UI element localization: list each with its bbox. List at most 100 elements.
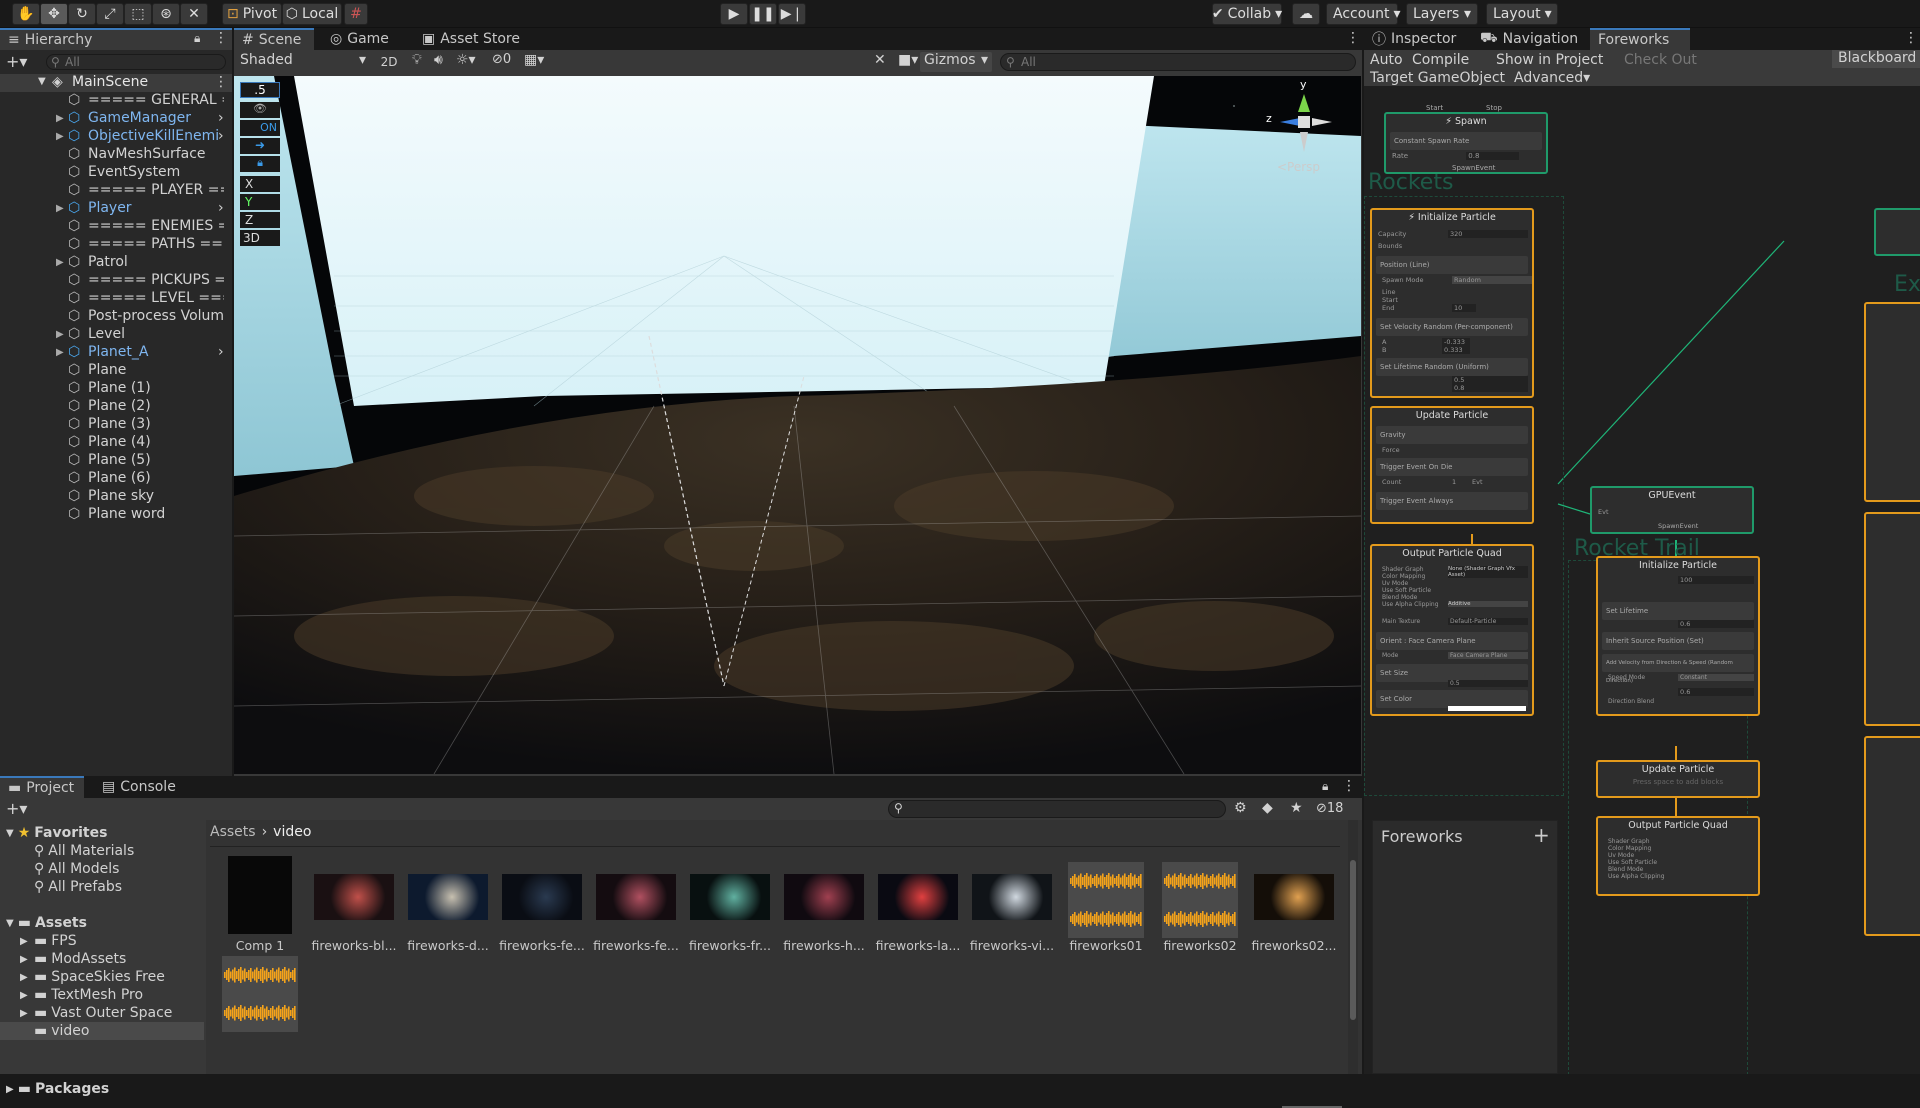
check-out-button[interactable]: Check Out bbox=[1624, 52, 1697, 68]
label-icon[interactable]: ◆ bbox=[1262, 800, 1273, 816]
scene-menu-icon[interactable]: ⋮ bbox=[214, 74, 228, 90]
expand-arrow-icon[interactable]: ▶ bbox=[20, 972, 34, 983]
asset-file[interactable] bbox=[214, 950, 306, 1042]
hand-tool-button[interactable]: ✋ bbox=[12, 3, 40, 25]
more-menu-icon[interactable]: ⋮ bbox=[1346, 30, 1360, 46]
asset-folder-item[interactable]: ▶ ▬ FPS bbox=[0, 932, 204, 950]
spawn-mode-field[interactable]: Spawn Mode Random bbox=[1382, 276, 1532, 284]
velocity-b-field[interactable]: B 0.333 bbox=[1382, 346, 1532, 354]
asset-file[interactable]: fireworks-la... bbox=[872, 856, 964, 953]
play-button[interactable]: ▶ bbox=[720, 3, 748, 25]
hidden-objects-toggle[interactable]: ⊘0 bbox=[492, 52, 511, 67]
expand-arrow-icon[interactable]: ▶ bbox=[20, 990, 34, 1001]
auto-toggle[interactable]: Auto bbox=[1370, 52, 1403, 68]
main-texture-field[interactable]: Main Texture Default-Particle bbox=[1382, 618, 1532, 625]
packages-row[interactable]: ▶ ▬ Packages bbox=[6, 1080, 109, 1098]
favorite-item[interactable]: ⚲ All Materials bbox=[34, 842, 134, 860]
grid-toggle-icon[interactable]: ▦▾ bbox=[524, 52, 544, 68]
spawn-start-port[interactable]: Start bbox=[1426, 104, 1443, 112]
on-toggle[interactable]: ON bbox=[240, 120, 280, 136]
hierarchy-item[interactable]: ⬡ Plane bbox=[0, 362, 232, 380]
favorite-item[interactable]: ⚲ All Models bbox=[34, 860, 119, 878]
initialize-particle-node[interactable]: ⚡ Initialize Particle Capacity 320 Bounds… bbox=[1370, 208, 1534, 398]
hierarchy-item[interactable]: ⬡ Plane sky bbox=[0, 488, 232, 506]
explosion-output-node[interactable] bbox=[1864, 736, 1920, 936]
hierarchy-item[interactable]: ⬡ Plane (6) bbox=[0, 470, 232, 488]
line-field[interactable]: Line bbox=[1382, 288, 1396, 296]
more-menu-icon[interactable]: ⋮ bbox=[214, 30, 228, 46]
gizmos-dropdown[interactable]: Gizmos ▾ bbox=[920, 52, 992, 72]
layout-dropdown[interactable]: Layout ▾ bbox=[1486, 3, 1558, 25]
advanced-dropdown[interactable]: Advanced▾ bbox=[1514, 70, 1590, 86]
count-field[interactable]: Count 1 Evt bbox=[1382, 478, 1532, 486]
expand-arrow-icon[interactable]: ▶ bbox=[56, 329, 64, 340]
direction-blend-field[interactable]: Direction Blend bbox=[1608, 698, 1654, 705]
cloud-button[interactable]: ☁ bbox=[1292, 3, 1320, 25]
expand-arrow-icon[interactable]: ▶ bbox=[56, 131, 64, 142]
lighting-icon[interactable]: 💡︎ bbox=[412, 52, 422, 68]
blackboard-toggle[interactable]: Blackboard bbox=[1832, 50, 1920, 68]
custom-tool-button[interactable]: ✕ bbox=[180, 3, 208, 25]
trail-output-settings[interactable]: Shader Graph Color Mapping Uv Mode Use S… bbox=[1608, 838, 1665, 880]
hierarchy-item[interactable]: ⬡ ===== ENEMIES === bbox=[0, 218, 232, 236]
collab-dropdown[interactable]: ✔ Collab ▾ bbox=[1212, 3, 1282, 25]
tab-scene[interactable]: # Scene bbox=[234, 28, 314, 50]
hierarchy-item[interactable]: ▶ ⬡ ObjectiveKillEnemi › bbox=[0, 128, 232, 146]
speed-value[interactable]: 0.6 bbox=[1678, 688, 1754, 696]
snap-value[interactable]: .5 bbox=[240, 82, 280, 98]
rect-tool-button[interactable]: ⬚ bbox=[124, 3, 152, 25]
pause-button[interactable]: ❚❚ bbox=[749, 3, 777, 25]
hierarchy-item[interactable]: ▶ ⬡ Level bbox=[0, 326, 232, 344]
size-value[interactable]: 0.5 bbox=[1448, 680, 1528, 687]
lock-toggle[interactable]: 🔒︎ bbox=[240, 156, 280, 172]
assets-row[interactable]: ▼ ▬ Assets bbox=[6, 914, 87, 932]
explosion-init-node[interactable] bbox=[1864, 302, 1920, 502]
expand-arrow-icon[interactable]: ▶ bbox=[56, 257, 64, 268]
add-velocity-block[interactable]: Add Velocity from Direction & Speed (Ran… bbox=[1602, 654, 1754, 684]
add-property-icon[interactable]: + bbox=[1533, 823, 1550, 847]
lifetime-a-value[interactable]: 0.5 bbox=[1452, 376, 1528, 384]
output-particle-quad-node[interactable]: Output Particle Quad Shader Graph Color … bbox=[1370, 544, 1534, 716]
grid-snap-button[interactable]: # bbox=[344, 3, 368, 25]
breadcrumb-video[interactable]: video bbox=[273, 824, 311, 840]
asset-folder-item[interactable]: ▶ ▬ TextMesh Pro bbox=[0, 986, 204, 1004]
scene-viewport[interactable]: .5 👁︎ ON ➜ 🔒︎ X Y Z 3D y z <Persp bbox=[234, 76, 1361, 774]
hierarchy-item[interactable]: ⬡ ===== PICKUPS === bbox=[0, 272, 232, 290]
favorite-item[interactable]: ⚲ All Prefabs bbox=[34, 878, 122, 896]
constant-spawn-rate-block[interactable]: Constant Spawn Rate bbox=[1390, 132, 1542, 150]
tab-foreworks[interactable]: Foreworks bbox=[1590, 28, 1690, 50]
lock-icon[interactable]: 🔒︎ bbox=[1322, 779, 1328, 794]
camera-icon[interactable]: ■▾ bbox=[898, 52, 918, 68]
trail-update-node[interactable]: Update Particle Press space to add block… bbox=[1596, 760, 1760, 798]
hierarchy-item[interactable]: ▶ ⬡ Patrol bbox=[0, 254, 232, 272]
spawn-event-port[interactable]: SpawnEvent bbox=[1452, 164, 1495, 172]
y-axis-toggle[interactable]: Y bbox=[240, 194, 280, 210]
tab-inspector[interactable]: ⓘ Inspector bbox=[1364, 28, 1464, 50]
scene-search-input[interactable]: ⚲ All bbox=[1000, 53, 1356, 71]
orient-mode-field[interactable]: Mode Face Camera Plane bbox=[1382, 652, 1532, 659]
asset-folder-item[interactable]: ▬ video bbox=[0, 1022, 204, 1040]
visibility-toggle[interactable]: 👁︎ bbox=[240, 102, 280, 118]
trail-initialize-node[interactable]: Initialize Particle 100 Set Lifetime 0.6… bbox=[1596, 556, 1760, 716]
hierarchy-item[interactable]: ⬡ ===== PLAYER ==== bbox=[0, 182, 232, 200]
tab-navigation[interactable]: ⛟ Navigation bbox=[1472, 28, 1586, 50]
hierarchy-item[interactable]: ⬡ Post-process Volume bbox=[0, 308, 232, 326]
bounds-field[interactable]: Bounds bbox=[1378, 242, 1402, 250]
hierarchy-item[interactable]: ⬡ Plane (4) bbox=[0, 434, 232, 452]
explosion-update-node[interactable] bbox=[1864, 512, 1920, 726]
account-dropdown[interactable]: Account ▾ bbox=[1326, 3, 1401, 25]
step-button[interactable]: ▶❘ bbox=[778, 3, 806, 25]
asset-folder-item[interactable]: ▶ ▬ ModAssets bbox=[0, 950, 204, 968]
speed-mode-field[interactable]: Speed Mode Constant bbox=[1608, 674, 1758, 681]
more-menu-icon[interactable]: ⋮ bbox=[1342, 778, 1356, 794]
lifetime-b-value[interactable]: 0.8 bbox=[1452, 384, 1528, 392]
asset-file[interactable]: fireworks-bl... bbox=[308, 856, 400, 953]
asset-file[interactable]: fireworks02 bbox=[1154, 856, 1246, 953]
inherit-position-block[interactable]: Inherit Source Position (Set) bbox=[1602, 632, 1754, 650]
update-particle-node[interactable]: Update Particle Gravity Force Trigger Ev… bbox=[1370, 406, 1534, 524]
tab-game[interactable]: ◎ Game bbox=[322, 28, 397, 50]
expand-arrow-icon[interactable]: ▶ bbox=[20, 954, 34, 965]
chevron-right-icon[interactable]: › bbox=[218, 128, 224, 144]
transform-tool-button[interactable]: ⊛ bbox=[152, 3, 180, 25]
end-field[interactable]: End 10 bbox=[1382, 304, 1532, 312]
